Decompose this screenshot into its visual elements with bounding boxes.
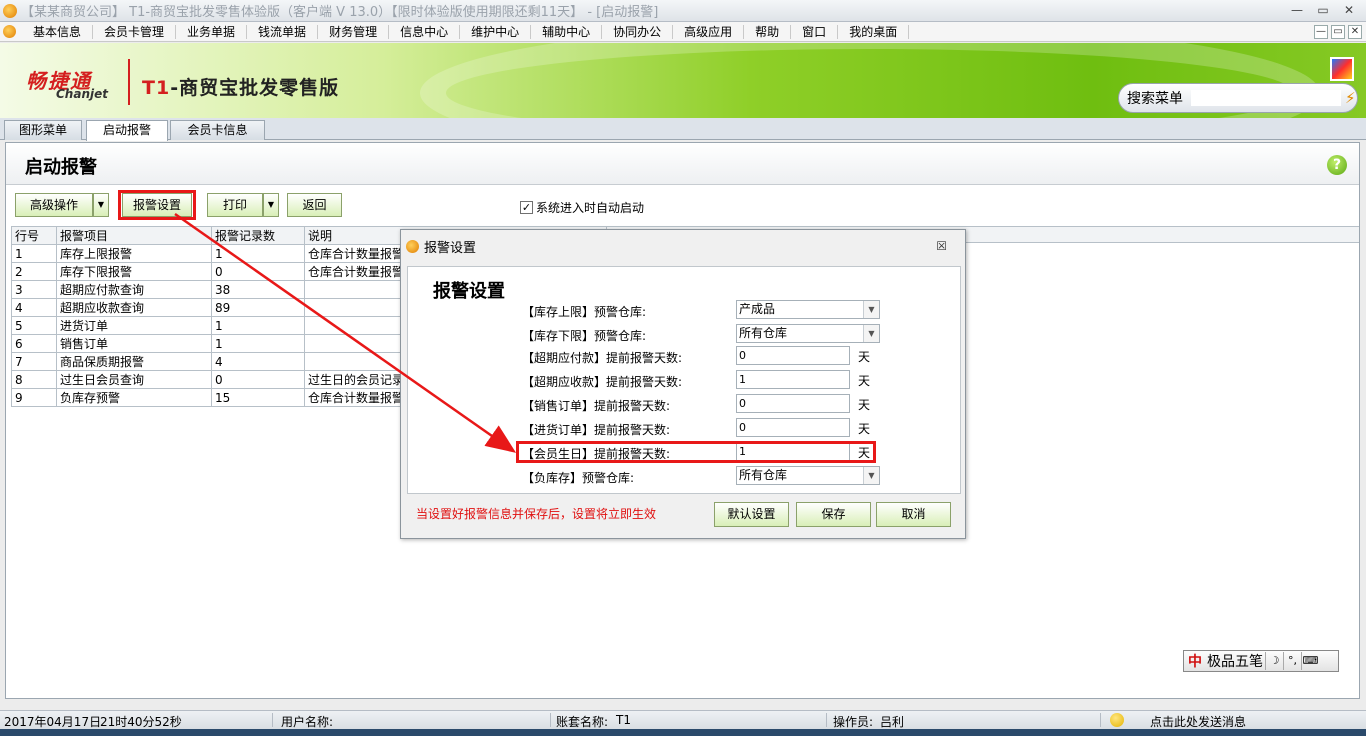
mdi-controls: — ▭ ✕ (1311, 25, 1362, 39)
close-button[interactable]: ✕ (1336, 2, 1362, 19)
chevron-down-icon[interactable]: ▼ (863, 301, 879, 318)
menu-help[interactable]: 帮助 (744, 24, 792, 39)
title-bar: 【某某商贸公司】 T1-商贸宝批发零售体验版（客户端 V 13.0）【限时体验版… (0, 0, 1366, 22)
menu-maintenance[interactable]: 维护中心 (460, 24, 532, 39)
menu-info-center[interactable]: 信息中心 (389, 24, 461, 39)
dialog-app-icon (406, 239, 419, 253)
menu-basic-info[interactable]: 基本信息 (22, 24, 94, 39)
cancel-button[interactable]: 取消 (876, 502, 951, 527)
chevron-down-icon[interactable]: ▼ (863, 325, 879, 342)
purchase-order-days-input[interactable]: 0 (736, 418, 850, 437)
mdi-restore-button[interactable]: ▭ (1331, 25, 1345, 39)
auto-start-option[interactable]: ✓ 系统进入时自动启动 (520, 199, 644, 216)
dialog-hint: 当设置好报警信息并保存后，设置将立即生效 (416, 507, 657, 521)
menu-search: 搜索菜单 ⚡ (1118, 83, 1358, 113)
skin-icon[interactable] (1330, 57, 1354, 81)
highlight-alarm-button (118, 190, 196, 220)
status-account-value: T1 (616, 713, 631, 727)
field-purchase-order-days: 【进货订单】提前报警天数: 0 天 (522, 418, 882, 438)
menu-my-desktop[interactable]: 我的桌面 (838, 24, 910, 39)
field-stock-upper-warehouse: 【库存上限】预警仓库: 产成品 ▼ (522, 300, 882, 320)
window-title: 【某某商贸公司】 T1-商贸宝批发零售体验版（客户端 V 13.0）【限时体验版… (21, 5, 659, 20)
field-overdue-receivable-days: 【超期应收款】提前报警天数: 1 天 (522, 370, 882, 390)
overdue-payable-days-input[interactable]: 0 (736, 346, 850, 365)
status-account-label: 账套名称: (556, 715, 609, 729)
menu-member-card[interactable]: 会员卡管理 (93, 24, 177, 39)
dialog-titlebar[interactable]: 报警设置 ☒ (401, 230, 965, 262)
menu-app-icon[interactable] (3, 25, 16, 38)
menu-finance[interactable]: 财务管理 (318, 24, 390, 39)
ime-punctuation-icon[interactable]: °, (1283, 652, 1301, 670)
send-message-link[interactable]: 点击此处发送消息 (1150, 713, 1246, 730)
field-sales-order-days: 【销售订单】提前报警天数: 0 天 (522, 394, 882, 414)
window-controls: — ▭ ✕ (1284, 2, 1362, 19)
ime-halfwidth-icon[interactable]: ☽ (1265, 652, 1283, 670)
ime-toolbar: 中 极品五笔 ☽ °, ⌨ (1183, 650, 1339, 672)
banner: 畅捷通 Chanjet T1-商贸宝批发零售版 搜索菜单 ⚡ (0, 43, 1366, 118)
app-icon (3, 3, 17, 18)
dialog-close-button[interactable]: ☒ (936, 239, 947, 253)
field-overdue-payable-days: 【超期应付款】提前报警天数: 0 天 (522, 346, 882, 366)
menu-business-docs[interactable]: 业务单据 (176, 24, 248, 39)
status-date: 2017年04月17日 (4, 715, 102, 729)
advanced-dropdown[interactable]: ▼ (93, 193, 109, 217)
os-taskbar (0, 729, 1366, 736)
tab-startup-alarm[interactable]: 启动报警 (86, 120, 168, 141)
field-stock-lower-warehouse: 【库存下限】预警仓库: 所有仓库 ▼ (522, 324, 882, 344)
auto-start-checkbox[interactable]: ✓ (520, 201, 533, 214)
page-header: 启动报警 ? (6, 143, 1359, 185)
ime-name[interactable]: 极品五笔 (1205, 651, 1265, 671)
restore-button[interactable]: ▭ (1310, 2, 1336, 19)
ime-chinese-icon[interactable]: 中 (1188, 651, 1202, 671)
help-icon[interactable]: ? (1327, 155, 1347, 175)
brand-logo-en: Chanjet (56, 87, 108, 101)
status-operator-value: 吕利 (880, 715, 905, 729)
back-button[interactable]: 返回 (287, 193, 342, 217)
print-button[interactable]: 打印 (207, 193, 263, 217)
search-label: 搜索菜单 (1127, 91, 1183, 107)
sales-order-days-input[interactable]: 0 (736, 394, 850, 413)
tab-bar: 图形菜单 启动报警 会员卡信息 (0, 118, 1366, 141)
status-user-label: 用户名称: (281, 715, 334, 729)
mdi-close-button[interactable]: ✕ (1348, 25, 1362, 39)
advanced-button[interactable]: 高级操作 (15, 193, 93, 217)
mdi-minimize-button[interactable]: — (1314, 25, 1328, 39)
product-name: T1-商贸宝批发零售版 (142, 77, 340, 99)
chevron-down-icon[interactable]: ▼ (863, 467, 879, 484)
print-dropdown[interactable]: ▼ (263, 193, 279, 217)
search-input[interactable] (1191, 90, 1341, 106)
negative-stock-warehouse-select[interactable]: 所有仓库 ▼ (736, 466, 880, 485)
alarm-settings-dialog: 报警设置 ☒ 报警设置 【库存上限】预警仓库: 产成品 ▼ 【库存下限】预警仓库:… (400, 229, 966, 539)
stock-upper-warehouse-select[interactable]: 产成品 ▼ (736, 300, 880, 319)
status-time: 21时40分52秒 (100, 715, 182, 729)
save-button[interactable]: 保存 (796, 502, 871, 527)
menu-aux-center[interactable]: 辅助中心 (531, 24, 603, 39)
smiley-icon[interactable] (1110, 713, 1124, 727)
col-alarm-item[interactable]: 报警项目 (56, 226, 212, 245)
menu-advanced[interactable]: 高级应用 (673, 24, 745, 39)
menu-collab[interactable]: 协同办公 (602, 24, 674, 39)
page-title: 启动报警 (25, 157, 97, 178)
dialog-title: 报警设置 (424, 240, 477, 256)
dialog-heading: 报警设置 (433, 281, 505, 302)
ime-keyboard-icon[interactable]: ⌨ (1301, 652, 1319, 670)
col-record-count[interactable]: 报警记录数 (211, 226, 305, 245)
search-go-icon[interactable]: ⚡ (1345, 89, 1356, 107)
highlight-birthday-row (516, 441, 876, 463)
minimize-button[interactable]: — (1284, 2, 1310, 19)
field-negative-stock-warehouse: 【负库存】预警仓库: 所有仓库 ▼ (522, 466, 882, 486)
tab-graphic-menu[interactable]: 图形菜单 (4, 120, 82, 140)
tab-member-card-info[interactable]: 会员卡信息 (170, 120, 265, 140)
menu-window[interactable]: 窗口 (791, 24, 839, 39)
dialog-body: 报警设置 【库存上限】预警仓库: 产成品 ▼ 【库存下限】预警仓库: 所有仓库 ▼ … (407, 266, 961, 494)
stock-lower-warehouse-select[interactable]: 所有仓库 ▼ (736, 324, 880, 343)
default-settings-button[interactable]: 默认设置 (714, 502, 789, 527)
status-bar: 2017年04月17日 21时40分52秒 用户名称: 账套名称: T1 操作员… (0, 710, 1366, 729)
menu-bar: 基本信息 会员卡管理 业务单据 钱流单据 财务管理 信息中心 维护中心 辅助中心… (0, 22, 1366, 42)
auto-start-label: 系统进入时自动启动 (536, 201, 645, 215)
col-row-no[interactable]: 行号 (11, 226, 57, 245)
status-operator-label: 操作员: (833, 715, 874, 729)
overdue-receivable-days-input[interactable]: 1 (736, 370, 850, 389)
menu-cash-docs[interactable]: 钱流单据 (247, 24, 319, 39)
